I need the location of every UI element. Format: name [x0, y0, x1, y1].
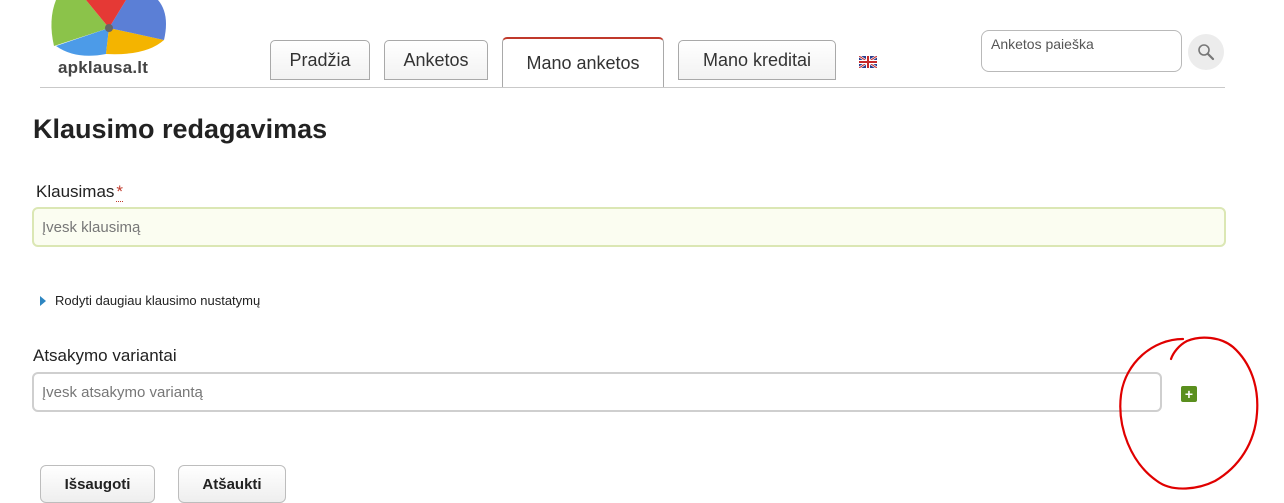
- tab-label: Anketos: [403, 49, 469, 70]
- add-answer-button[interactable]: +: [1181, 386, 1197, 402]
- expand-triangle-icon: [40, 295, 46, 306]
- pinwheel-logo-icon: [51, 0, 166, 56]
- more-settings-label: Rodyti daugiau klausimo nustatymų: [55, 293, 261, 308]
- tab-mano-kreditai[interactable]: Mano kreditai: [678, 40, 836, 80]
- tab-label: Mano kreditai: [702, 49, 812, 70]
- logo-text: apklausa.lt: [58, 58, 149, 77]
- site-logo[interactable]: apklausa.lt: [44, 0, 174, 86]
- uk-flag-icon[interactable]: [859, 56, 877, 68]
- magnifier-icon: [1198, 44, 1215, 61]
- question-input[interactable]: [32, 207, 1226, 247]
- cancel-button[interactable]: Atšaukti: [178, 465, 286, 503]
- tab-label: Pradžia: [289, 49, 351, 70]
- more-settings-link[interactable]: Rodyti daugiau klausimo nustatymų: [40, 293, 260, 308]
- save-button[interactable]: Išsaugoti: [40, 465, 155, 503]
- answer-option-input[interactable]: [32, 372, 1162, 412]
- red-circle-annotation: [1119, 336, 1259, 490]
- header-divider: [40, 87, 1225, 88]
- question-label-text: Klausimas: [36, 182, 115, 201]
- page-title: Klausimo redagavimas: [33, 114, 328, 144]
- tab-anketos[interactable]: Anketos: [384, 40, 488, 80]
- tab-pradzia[interactable]: Pradžia: [270, 40, 370, 80]
- answers-label: Atsakymo variantai: [33, 346, 177, 365]
- search-button[interactable]: [1188, 34, 1224, 70]
- required-marker: *: [116, 182, 124, 202]
- tab-mano-anketos[interactable]: Mano anketos: [502, 37, 664, 88]
- question-label: Klausimas *: [36, 182, 124, 202]
- tab-label: Mano anketos: [526, 53, 640, 73]
- header-bar: apklausa.lt Pradžia Anketos Mano anketos…: [0, 0, 1284, 88]
- search-input[interactable]: [981, 30, 1182, 72]
